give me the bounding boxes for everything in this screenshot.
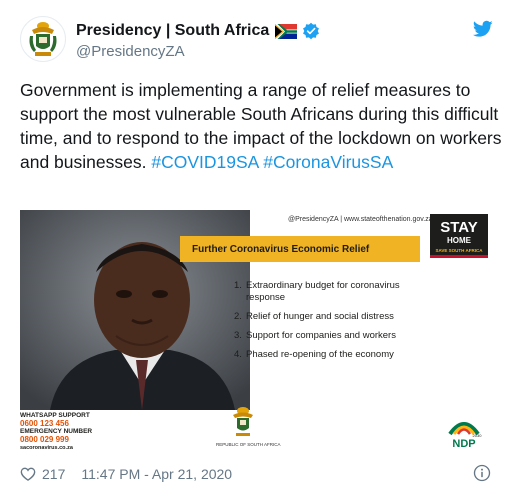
hashtag-covid19sa[interactable]: #COVID19SA: [151, 152, 258, 172]
tweet-text: Government is implementing a range of re…: [20, 78, 506, 174]
coat-of-arms-icon: [29, 22, 57, 56]
stay-home-logo: STAY HOME SAVE SOUTH AFRICA: [430, 214, 488, 258]
info-icon[interactable]: [473, 464, 491, 482]
measure-item: 2. Relief of hunger and social distress: [234, 311, 394, 322]
measure-item: 3. Support for companies and workers: [234, 330, 396, 341]
relief-measures-list: 1. Extraordinary budget for coronavirus …: [234, 280, 434, 368]
stay-home-line3: SAVE SOUTH AFRICA: [435, 248, 483, 253]
verified-badge-icon: [303, 22, 320, 40]
account-handle[interactable]: @PresidencyZA: [76, 43, 185, 60]
display-name[interactable]: Presidency | South Africa: [76, 22, 269, 40]
support-numbers: WHATSAPP SUPPORT 0600 123 456 EMERGENCY …: [20, 412, 93, 451]
south-africa-flag-icon: [275, 23, 298, 39]
media-credit: @PresidencyZA | www.stateofthenation.gov…: [288, 216, 433, 223]
coat-of-arms-icon: [233, 407, 253, 436]
like-count[interactable]: 217: [42, 466, 65, 482]
heart-icon[interactable]: [20, 466, 36, 482]
tweet-timestamp[interactable]: 11:47 PM - Apr 21, 2020: [81, 466, 232, 482]
media-banner-title: Further Coronavirus Economic Relief: [180, 236, 420, 262]
stay-home-line1: STAY: [440, 219, 478, 236]
ndp-label: NDP: [452, 438, 475, 450]
measure-item: 4. Phased re-opening of the economy: [234, 349, 394, 360]
avatar[interactable]: [20, 16, 66, 62]
hashtag-coronavirussa[interactable]: #CoronaVirusSA: [263, 152, 393, 172]
stay-home-line2: HOME: [447, 236, 471, 245]
tweet-card: Presidency | South Africa @PresidencyZA …: [0, 0, 521, 500]
ndp-year: 2030: [473, 433, 483, 438]
name-row[interactable]: Presidency | South Africa: [76, 20, 320, 42]
coat-label: REPUBLIC OF SOUTH AFRICA: [216, 442, 281, 447]
tweet-media-image[interactable]: @PresidencyZA | www.stateofthenation.gov…: [20, 210, 500, 462]
twitter-bird-icon[interactable]: [473, 20, 493, 38]
tweet-footer: 217 11:47 PM - Apr 21, 2020: [20, 464, 232, 484]
measure-item: 1. Extraordinary budget for coronavirus …: [234, 280, 400, 303]
ndp-logo-icon: NDP 2030: [448, 422, 483, 450]
